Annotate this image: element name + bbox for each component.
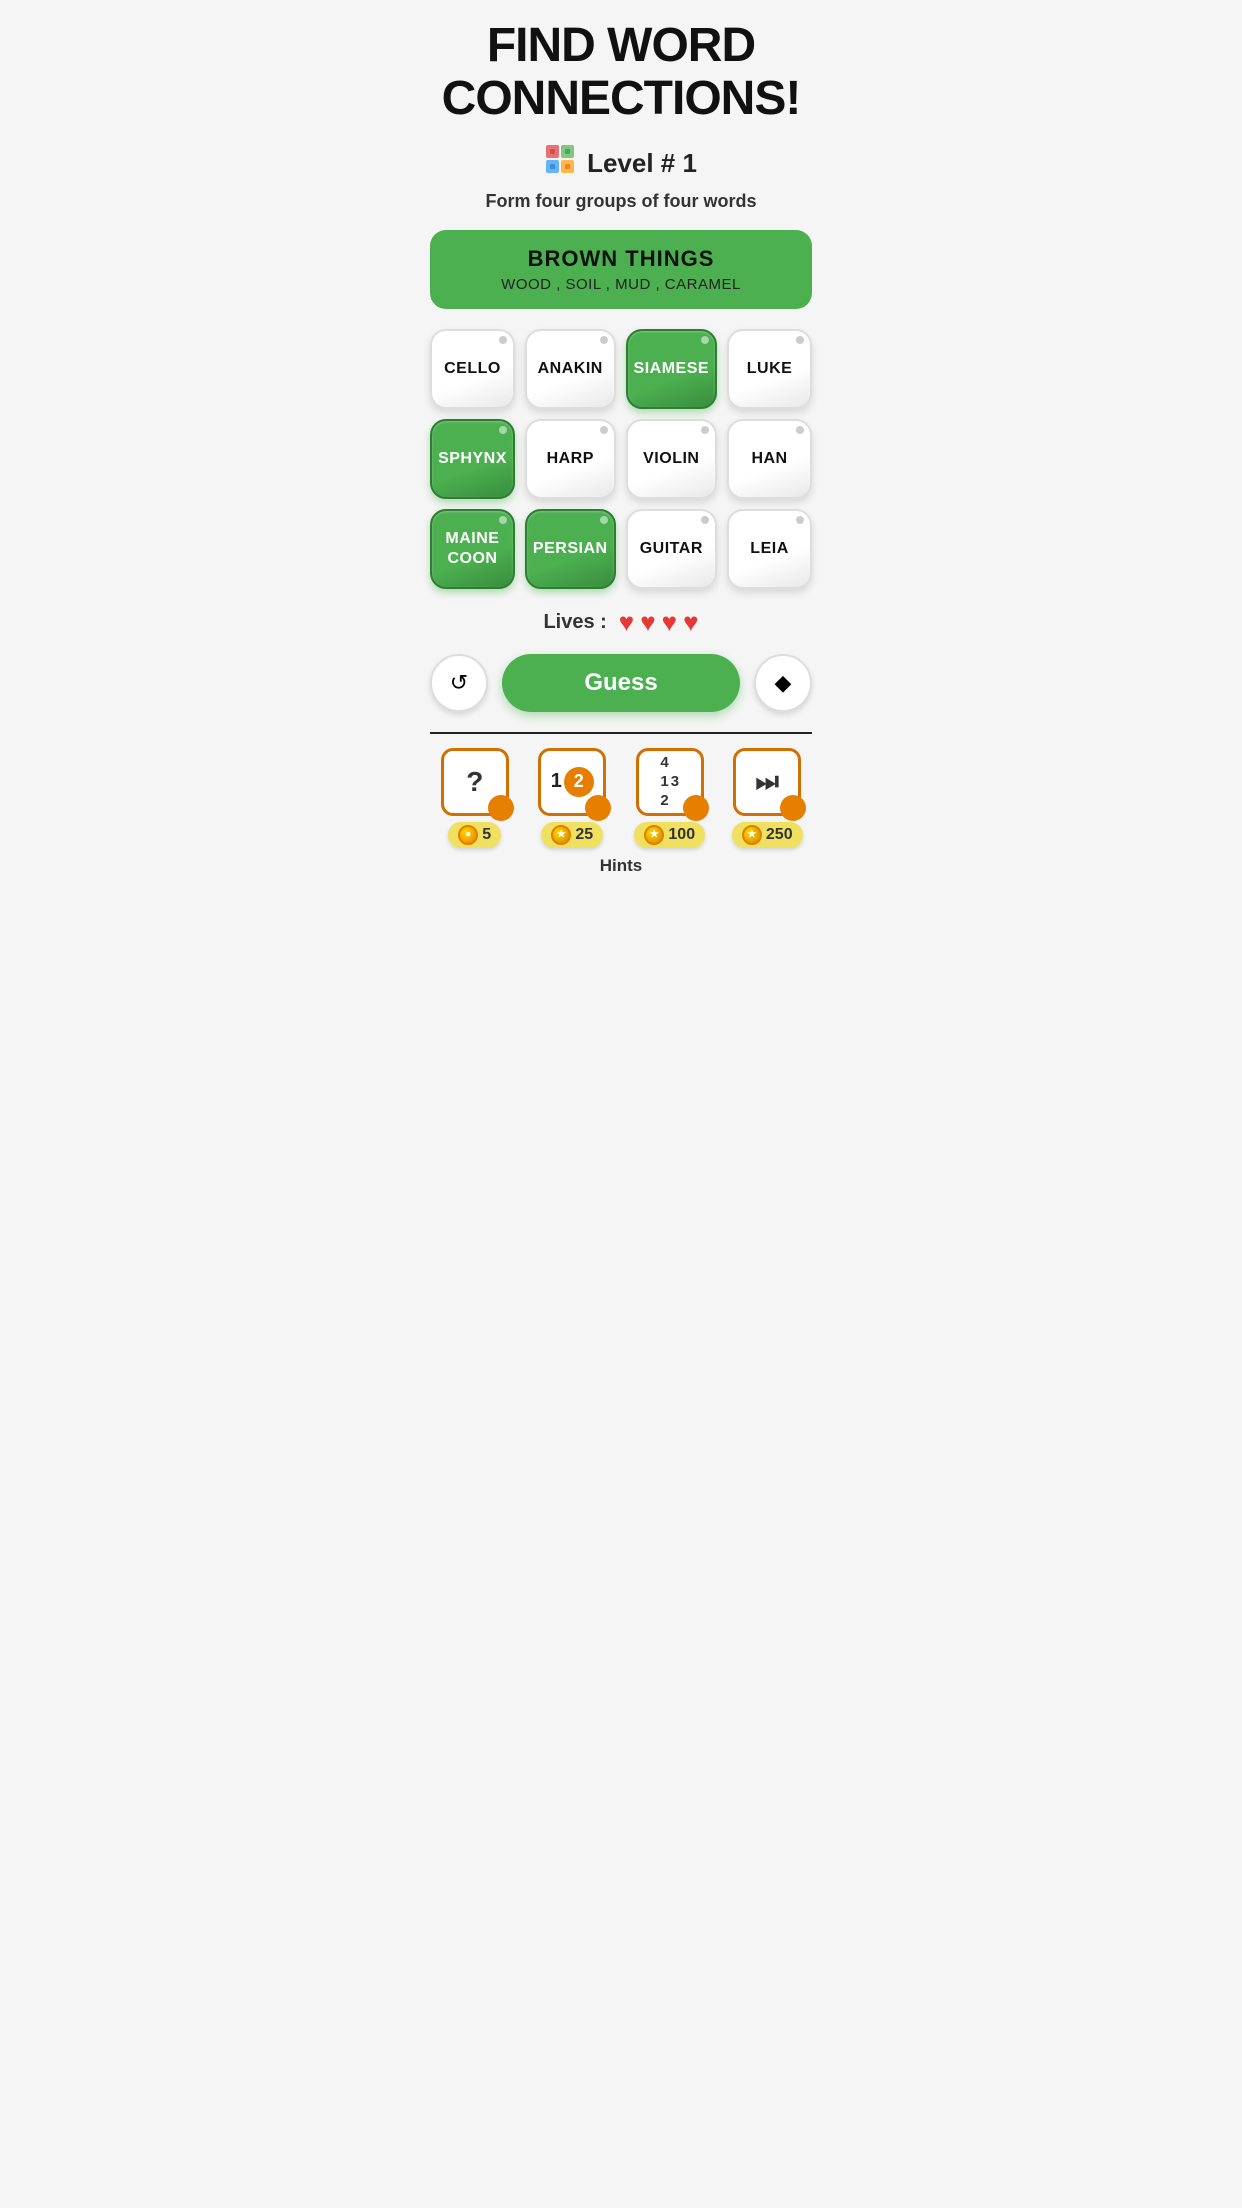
main-title: FIND WORD CONNECTIONS! (430, 20, 812, 126)
action-row: ↺ Guess ◆ (430, 654, 812, 712)
heart-3: ♥ (662, 607, 677, 638)
guess-button[interactable]: Guess (502, 654, 740, 712)
hint-123-icon: 4 1 3 2 (636, 748, 704, 816)
hint-question-badge (488, 795, 514, 821)
level-icon (545, 144, 577, 183)
hint-12-badge (585, 795, 611, 821)
coin-icon-1: ● (458, 825, 478, 845)
hint-cost-value-4: 250 (766, 826, 793, 844)
word-tile-1[interactable]: ANAKIN (525, 329, 616, 409)
hint-cost-value-3: 100 (668, 826, 695, 844)
hint-play-badge (780, 795, 806, 821)
word-tile-8[interactable]: MAINE COON (430, 509, 515, 589)
hints-label: Hints (430, 848, 812, 880)
hint-123-badge (683, 795, 709, 821)
subtitle: Form four groups of four words (486, 191, 757, 212)
hearts-container: ♥ ♥ ♥ ♥ (619, 607, 699, 638)
lives-row: Lives : ♥ ♥ ♥ ♥ (543, 607, 698, 638)
coin-icon-2: ★ (551, 825, 571, 845)
hint-cost-3: ★ 100 (634, 822, 705, 848)
hint-item-12[interactable]: 1 2 ★ 25 (528, 748, 618, 848)
hint-item-123[interactable]: 4 1 3 2 ★ 100 (625, 748, 715, 848)
word-tile-4[interactable]: SPHYNX (430, 419, 515, 499)
word-tile-3[interactable]: LUKE (727, 329, 812, 409)
hint-question-text: ? (466, 766, 483, 798)
hint-cost-1: ● 5 (448, 822, 501, 848)
hint-123-display: 4 1 3 2 (660, 754, 679, 809)
erase-button[interactable]: ◆ (754, 654, 812, 712)
hint-cost-value-1: 5 (482, 826, 491, 844)
completed-group-words: WOOD , SOIL , MUD , CARAMEL (450, 276, 792, 293)
lives-label: Lives : (543, 611, 606, 634)
word-tile-0[interactable]: CELLO (430, 329, 515, 409)
word-tile-9[interactable]: PERSIAN (525, 509, 616, 589)
coin-icon-4: ★ (742, 825, 762, 845)
shuffle-icon: ↺ (450, 670, 468, 696)
erase-icon: ◆ (775, 670, 792, 696)
level-text: Level # 1 (587, 148, 697, 179)
level-row: Level # 1 (545, 144, 697, 183)
hint-12-display: 1 2 (551, 767, 594, 797)
hint-cost-4: ★ 250 (732, 822, 803, 848)
hint-question-icon: ? (441, 748, 509, 816)
word-tile-2[interactable]: SIAMESE (626, 329, 718, 409)
word-tile-7[interactable]: HAN (727, 419, 812, 499)
completed-group-banner: BROWN THINGS WOOD , SOIL , MUD , CARAMEL (430, 230, 812, 309)
hints-grid: ? ● 5 1 2 (430, 734, 812, 848)
heart-2: ♥ (640, 607, 655, 638)
hint-12-icon: 1 2 (538, 748, 606, 816)
shuffle-button[interactable]: ↺ (430, 654, 488, 712)
hint-item-play[interactable]: ⏭ ★ 250 (723, 748, 813, 848)
heart-1: ♥ (619, 607, 634, 638)
app-container: FIND WORD CONNECTIONS! Level # 1 Form fo… (414, 0, 828, 896)
word-tile-11[interactable]: LEIA (727, 509, 812, 589)
completed-group-title: BROWN THINGS (450, 246, 792, 272)
hint-cost-2: ★ 25 (541, 822, 603, 848)
word-tile-10[interactable]: GUITAR (626, 509, 718, 589)
hint-item-question[interactable]: ? ● 5 (430, 748, 520, 848)
word-tile-6[interactable]: VIOLIN (626, 419, 718, 499)
hint-cost-value-2: 25 (575, 826, 593, 844)
heart-4: ♥ (683, 607, 698, 638)
word-tile-5[interactable]: HARP (525, 419, 616, 499)
hint-play-symbol: ⏭ (756, 766, 779, 798)
coin-icon-3: ★ (644, 825, 664, 845)
word-grid: CELLOANAKINSIAMESELUKE SPHYNXHARPVIOLINHA… (430, 329, 812, 589)
hints-section: ? ● 5 1 2 (430, 732, 812, 880)
hint-play-icon: ⏭ (733, 748, 801, 816)
